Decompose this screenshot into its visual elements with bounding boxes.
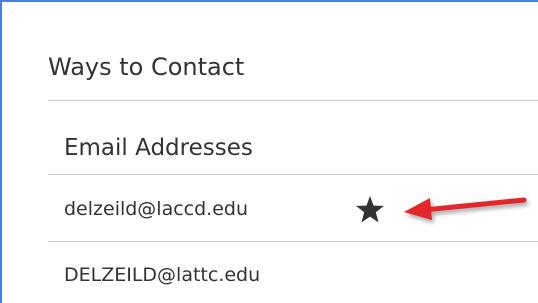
contact-panel: Ways to Contact Email Addresses delzeild… [0,0,538,303]
divider [48,174,538,175]
star-icon [356,196,384,223]
email-address-primary: delzeild@laccd.edu [64,198,249,220]
email-address-secondary: DELZEILD@lattc.edu [64,264,261,286]
email-addresses-heading: Email Addresses [64,135,253,161]
ways-to-contact-title: Ways to Contact [48,53,245,81]
divider [48,241,538,242]
divider [48,100,538,101]
red-arrow-icon [404,197,527,220]
